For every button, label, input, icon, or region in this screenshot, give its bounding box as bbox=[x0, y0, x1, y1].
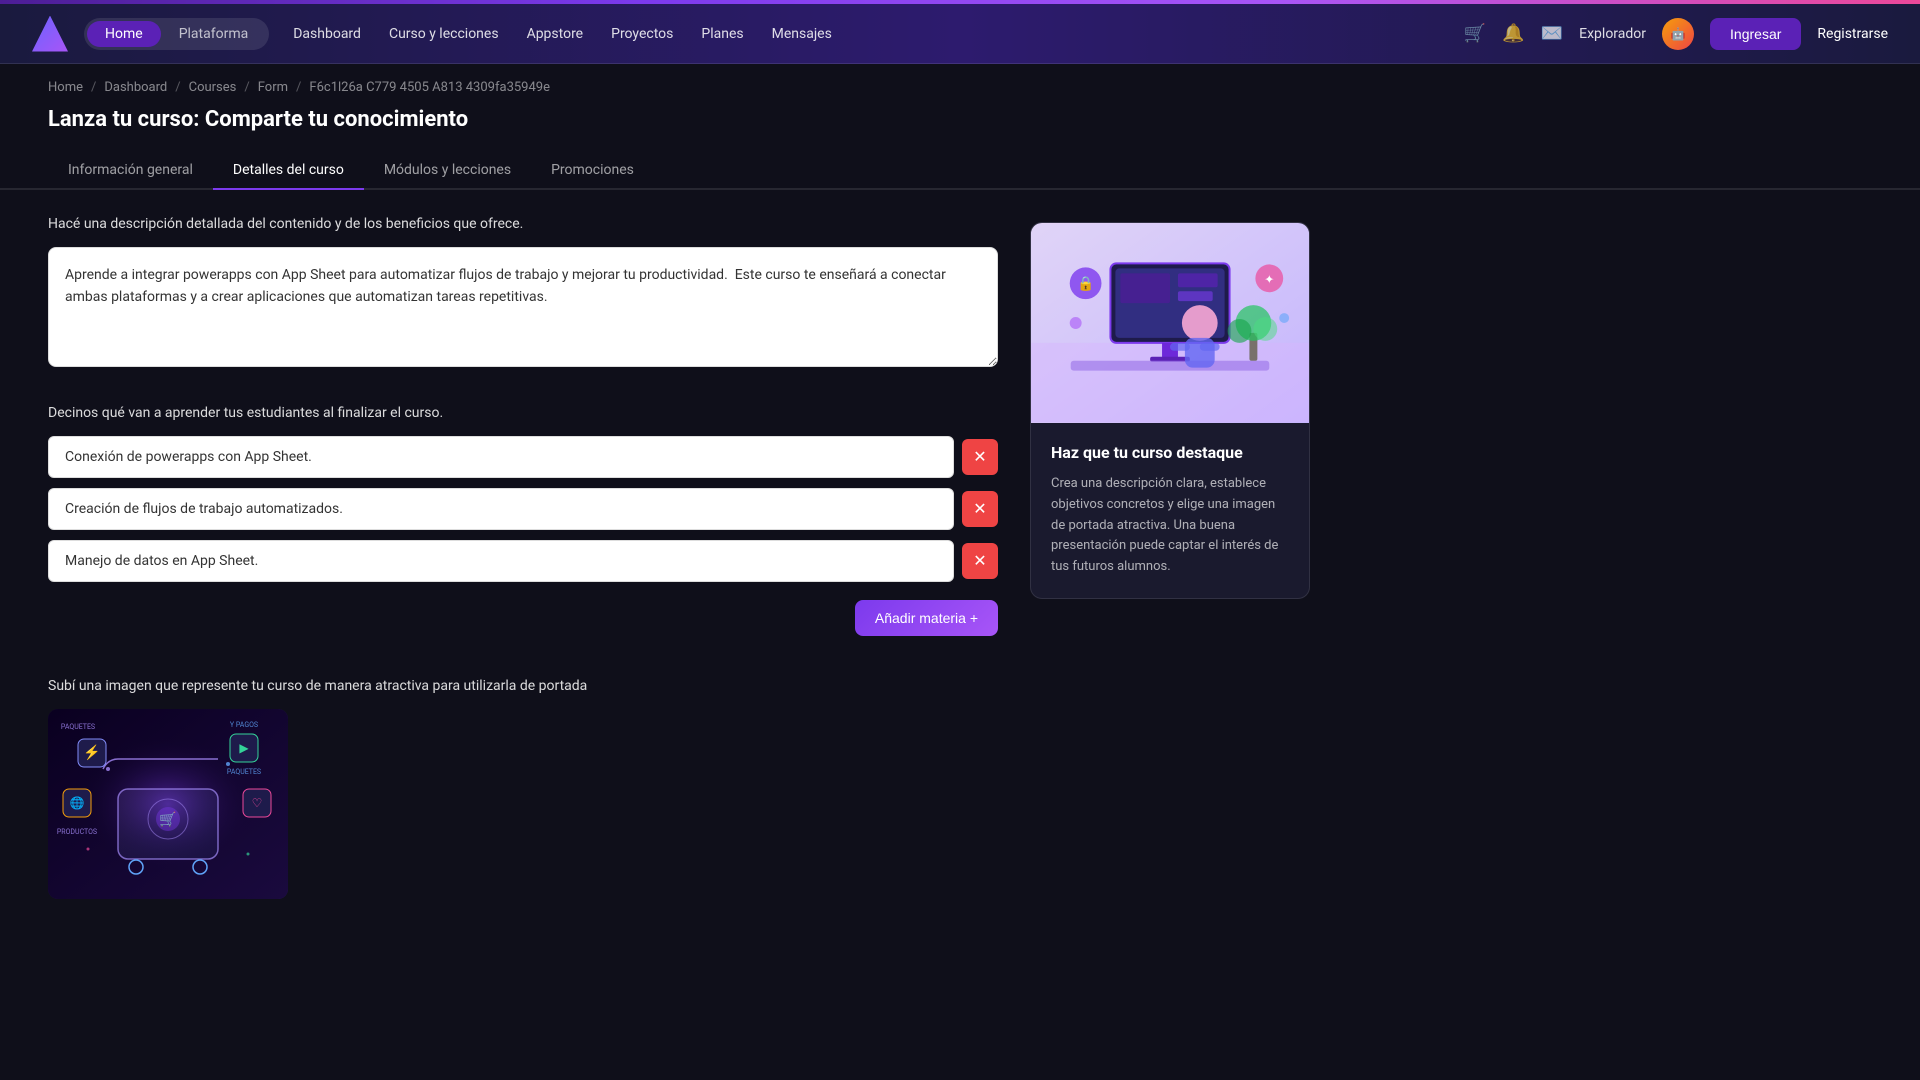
learning-item-row-2: ✕ bbox=[48, 540, 998, 582]
breadcrumb-id: F6c1l26a C779 4505 A813 4309fa35949e bbox=[309, 80, 550, 95]
nav-dashboard[interactable]: Dashboard bbox=[293, 26, 361, 42]
nav-planes[interactable]: Planes bbox=[701, 26, 743, 42]
svg-text:🔒: 🔒 bbox=[1077, 276, 1094, 292]
description-section: Hacé una descripción detallada del conte… bbox=[48, 214, 998, 371]
add-materia-button[interactable]: Añadir materia + bbox=[855, 600, 998, 636]
navbar: Home Plataforma Dashboard Curso y leccio… bbox=[0, 4, 1920, 64]
right-panel: 🔒 ✦ Haz que tu curso destaque Crea una d… bbox=[1030, 214, 1310, 899]
learning-input-2[interactable] bbox=[48, 540, 954, 582]
description-label: Hacé una descripción detallada del conte… bbox=[48, 214, 998, 235]
breadcrumb-dashboard[interactable]: Dashboard bbox=[104, 80, 167, 95]
cart-icon[interactable]: 🛒 bbox=[1464, 23, 1486, 44]
svg-text:⚡: ⚡ bbox=[83, 744, 100, 761]
page-title: Lanza tu curso: Comparte tu conocimiento bbox=[0, 103, 1920, 152]
nav-curso[interactable]: Curso y lecciones bbox=[389, 26, 499, 42]
nav-right: 🛒 🔔 ✉️ Explorador 🤖 Ingresar Registrarse bbox=[1464, 18, 1888, 50]
svg-text:PAQUETES: PAQUETES bbox=[61, 723, 95, 731]
breadcrumb-home[interactable]: Home bbox=[48, 80, 83, 95]
left-panel: Hacé una descripción detallada del conte… bbox=[48, 214, 998, 899]
info-card-image: 🔒 ✦ bbox=[1031, 223, 1309, 423]
registrarse-button[interactable]: Registrarse bbox=[1817, 26, 1888, 42]
learning-section: Decinos qué van a aprender tus estudiant… bbox=[48, 403, 998, 636]
learning-item-row-0: ✕ bbox=[48, 436, 998, 478]
tab-informacion-general[interactable]: Información general bbox=[48, 152, 213, 190]
info-card-body: Haz que tu curso destaque Crea una descr… bbox=[1031, 423, 1309, 598]
remove-btn-1[interactable]: ✕ bbox=[962, 491, 998, 527]
svg-text:✦: ✦ bbox=[1264, 272, 1274, 286]
info-card-text: Crea una descripción clara, establece ob… bbox=[1051, 474, 1289, 578]
ingresar-button[interactable]: Ingresar bbox=[1710, 18, 1801, 50]
tab-promociones[interactable]: Promociones bbox=[531, 152, 654, 190]
info-card-title: Haz que tu curso destaque bbox=[1051, 443, 1289, 462]
svg-text:🛒: 🛒 bbox=[159, 811, 176, 828]
tabs: Información general Detalles del curso M… bbox=[0, 152, 1920, 190]
sep4: / bbox=[296, 80, 301, 95]
logo-icon[interactable] bbox=[32, 16, 68, 52]
course-image-preview[interactable]: ⚡ ▶ 🌐 ♡ PAQUETES Y PAGOS PAQUETES PRODUC… bbox=[48, 709, 288, 899]
learning-item-row-1: ✕ bbox=[48, 488, 998, 530]
nav-proyectos[interactable]: Proyectos bbox=[611, 26, 673, 42]
svg-text:🌐: 🌐 bbox=[70, 796, 85, 810]
tab-modulos-lecciones[interactable]: Módulos y lecciones bbox=[364, 152, 531, 190]
sep3: / bbox=[244, 80, 249, 95]
svg-text:PAQUETES: PAQUETES bbox=[227, 768, 261, 776]
add-btn-row: Añadir materia + bbox=[48, 592, 998, 636]
tab-detalles-curso[interactable]: Detalles del curso bbox=[213, 152, 364, 190]
svg-text:Y PAGOS: Y PAGOS bbox=[230, 721, 258, 729]
learning-input-0[interactable] bbox=[48, 436, 954, 478]
explorador-link[interactable]: Explorador bbox=[1579, 26, 1646, 42]
breadcrumb-courses[interactable]: Courses bbox=[189, 80, 237, 95]
info-card: 🔒 ✦ Haz que tu curso destaque Crea una d… bbox=[1030, 222, 1310, 599]
nav-pills: Home Plataforma bbox=[84, 18, 269, 50]
remove-btn-0[interactable]: ✕ bbox=[962, 439, 998, 475]
svg-text:PRODUCTOS: PRODUCTOS bbox=[57, 828, 97, 836]
breadcrumb: Home / Dashboard / Courses / Form / F6c1… bbox=[0, 64, 1920, 103]
breadcrumb-form[interactable]: Form bbox=[258, 80, 288, 95]
user-avatar[interactable]: 🤖 bbox=[1662, 18, 1694, 50]
image-label: Subí una imagen que represente tu curso … bbox=[48, 676, 998, 697]
image-section: Subí una imagen que represente tu curso … bbox=[48, 676, 998, 899]
nav-appstore[interactable]: Appstore bbox=[527, 26, 584, 42]
remove-btn-2[interactable]: ✕ bbox=[962, 543, 998, 579]
nav-mensajes[interactable]: Mensajes bbox=[772, 26, 832, 42]
learning-input-1[interactable] bbox=[48, 488, 954, 530]
mail-icon[interactable]: ✉️ bbox=[1541, 23, 1563, 44]
nav-pill-home[interactable]: Home bbox=[87, 21, 161, 47]
learning-label: Decinos qué van a aprender tus estudiant… bbox=[48, 403, 998, 424]
sep1: / bbox=[91, 80, 96, 95]
description-textarea[interactable]: Aprende a integrar powerapps con App She… bbox=[48, 247, 998, 367]
nav-pill-plataforma[interactable]: Plataforma bbox=[161, 21, 267, 47]
bell-icon[interactable]: 🔔 bbox=[1502, 23, 1524, 44]
nav-links: Dashboard Curso y lecciones Appstore Pro… bbox=[293, 26, 1464, 42]
svg-text:♡: ♡ bbox=[252, 796, 263, 810]
main-content: Hacé una descripción detallada del conte… bbox=[0, 214, 1920, 899]
sep2: / bbox=[175, 80, 180, 95]
svg-text:▶: ▶ bbox=[239, 741, 249, 755]
